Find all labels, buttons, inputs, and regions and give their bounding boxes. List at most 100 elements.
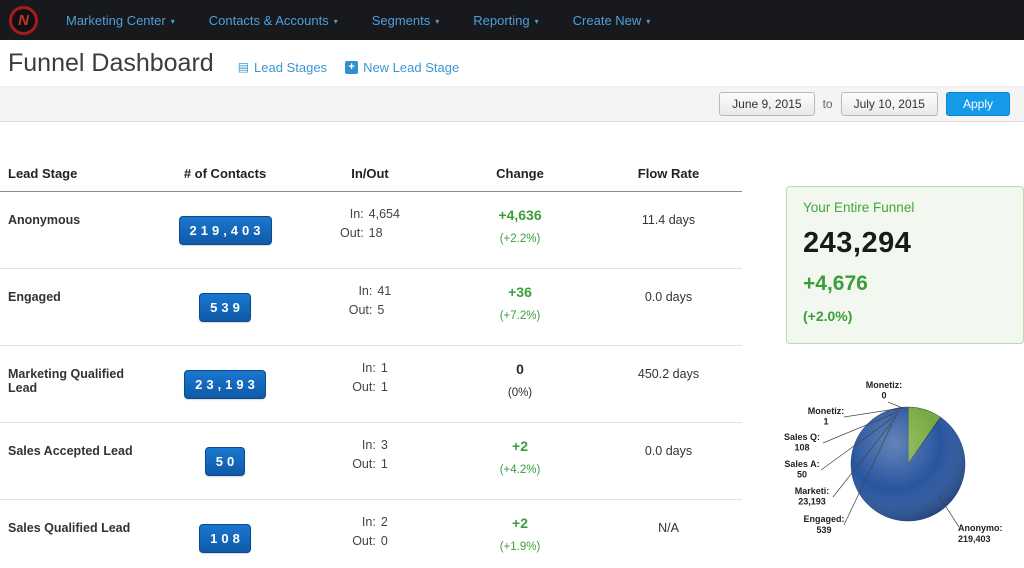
header-links: ▤ Lead Stages + New Lead Stage — [238, 60, 459, 75]
app-root: N Marketing Center ▾ Contacts & Accounts… — [0, 0, 1024, 568]
flow-rate: N/A — [595, 500, 742, 568]
nav-item-label: Reporting — [473, 13, 529, 28]
pie-label: Monetiz: — [808, 406, 845, 416]
chevron-down-icon: ▾ — [646, 17, 650, 26]
entire-funnel-summary: Your Entire Funnel 243,294 +4,676 (+2.0%… — [786, 186, 1024, 344]
out-label: Out: — [349, 303, 373, 317]
nav-item-create-new[interactable]: Create New ▾ — [573, 13, 651, 28]
change-cell: +4,636 (+2.2%) — [445, 192, 595, 268]
change-percent: (+2.2%) — [445, 233, 595, 245]
in-value: 4,654 — [369, 207, 400, 221]
pie-label-value: 50 — [797, 470, 807, 480]
new-lead-stage-link[interactable]: + New Lead Stage — [345, 60, 459, 75]
nav-item-contacts-accounts[interactable]: Contacts & Accounts ▾ — [209, 13, 338, 28]
table-row: Marketing Qualified Lead 23,193 In: 1 Ou… — [0, 346, 742, 423]
contacts-count-badge[interactable]: 108 — [199, 524, 251, 553]
nav-item-label: Marketing Center — [66, 13, 166, 28]
funnel-table: Lead Stage # of Contacts In/Out Change F… — [0, 166, 742, 568]
nav-menu: Marketing Center ▾ Contacts & Accounts ▾… — [66, 13, 650, 28]
nav-item-marketing-center[interactable]: Marketing Center ▾ — [66, 13, 175, 28]
apply-button[interactable]: Apply — [946, 92, 1010, 116]
pie-chart-panel: Monetiz: 0 Monetiz: 1 Sales Q: 108 Sales… — [762, 360, 1024, 568]
pie-label: Sales Q: — [784, 432, 820, 442]
new-lead-stage-link-label: New Lead Stage — [363, 60, 459, 75]
flow-rate: 0.0 days — [595, 423, 742, 499]
summary-title: Your Entire Funnel — [803, 200, 1007, 215]
column-header-flow-rate: Flow Rate — [595, 166, 742, 191]
table-row: Sales Qualified Lead 108 In: 2 Out: 0 +2… — [0, 500, 742, 568]
date-to-label: to — [823, 97, 833, 111]
flow-rate: 450.2 days — [595, 346, 742, 422]
chevron-down-icon: ▾ — [171, 17, 175, 26]
in-label: In: — [352, 361, 376, 375]
contacts-cell: 108 — [155, 500, 295, 568]
in-out-cell: In: 2 Out: 0 — [295, 500, 445, 568]
pie-label: Monetiz: — [866, 380, 903, 390]
netresults-logo[interactable]: N — [9, 6, 38, 35]
lead-stage-name: Marketing Qualified Lead — [0, 346, 155, 422]
page-header: Funnel Dashboard ▤ Lead Stages + New Lea… — [0, 40, 1024, 86]
change-percent: (+7.2%) — [445, 310, 595, 322]
pie-label: Marketi: — [795, 486, 830, 496]
date-end-button[interactable]: July 10, 2015 — [841, 92, 938, 116]
top-nav: N Marketing Center ▾ Contacts & Accounts… — [0, 0, 1024, 40]
lead-stages-link[interactable]: ▤ Lead Stages — [238, 60, 327, 75]
out-label: Out: — [340, 226, 364, 240]
table-row: Anonymous 219,403 In: 4,654 Out: 18 +4,6… — [0, 192, 742, 269]
table-row: Engaged 539 In: 41 Out: 5 +36 (+7.2%) 0.… — [0, 269, 742, 346]
change-cell: +2 (+4.2%) — [445, 423, 595, 499]
contacts-count-badge[interactable]: 219,403 — [179, 216, 272, 245]
contacts-cell: 23,193 — [155, 346, 295, 422]
column-header-contacts: # of Contacts — [155, 166, 295, 191]
out-label: Out: — [352, 380, 376, 394]
contacts-cell: 219,403 — [155, 192, 295, 268]
contacts-count-badge[interactable]: 539 — [199, 293, 251, 322]
out-value: 18 — [369, 226, 400, 240]
change-cell: +2 (+1.9%) — [445, 500, 595, 568]
nav-item-segments[interactable]: Segments ▾ — [372, 13, 440, 28]
nav-item-label: Segments — [372, 13, 431, 28]
chevron-down-icon: ▾ — [435, 17, 439, 26]
in-out-cell: In: 1 Out: 1 — [295, 346, 445, 422]
summary-delta-percent: (+2.0%) — [803, 308, 1007, 324]
in-label: In: — [352, 515, 376, 529]
pie-label-value: 108 — [794, 443, 809, 453]
in-value: 41 — [377, 284, 391, 298]
contacts-count-badge[interactable]: 23,193 — [184, 370, 266, 399]
in-value: 3 — [381, 438, 388, 452]
column-header-in-out: In/Out — [295, 166, 445, 191]
logo-letter: N — [18, 12, 29, 29]
out-label: Out: — [352, 534, 376, 548]
pie-label-value: 1 — [823, 417, 828, 427]
list-icon: ▤ — [238, 60, 249, 74]
in-label: In: — [340, 207, 364, 221]
date-range-toolbar: June 9, 2015 to July 10, 2015 Apply — [0, 86, 1024, 122]
nav-item-reporting[interactable]: Reporting ▾ — [473, 13, 538, 28]
pie-label-value: 219,403 — [958, 534, 991, 544]
contacts-count-badge[interactable]: 50 — [205, 447, 245, 476]
in-value: 2 — [381, 515, 388, 529]
pie-label: Anonymo: — [958, 523, 1003, 533]
change-value: +36 — [445, 284, 595, 300]
pie-label-value: 539 — [816, 525, 831, 535]
change-cell: 0 (0%) — [445, 346, 595, 422]
column-header-lead-stage: Lead Stage — [0, 166, 155, 191]
summary-total: 243,294 — [803, 227, 1007, 260]
lead-stage-name: Sales Qualified Lead — [0, 500, 155, 568]
out-value: 1 — [381, 457, 388, 471]
in-label: In: — [349, 284, 373, 298]
lead-stage-name: Engaged — [0, 269, 155, 345]
pie-label: Sales A: — [784, 459, 819, 469]
change-percent: (+1.9%) — [445, 541, 595, 553]
change-cell: +36 (+7.2%) — [445, 269, 595, 345]
chevron-down-icon: ▾ — [334, 17, 338, 26]
lead-stage-name: Sales Accepted Lead — [0, 423, 155, 499]
in-value: 1 — [381, 361, 388, 375]
in-label: In: — [352, 438, 376, 452]
funnel-pie-chart: Monetiz: 0 Monetiz: 1 Sales Q: 108 Sales… — [762, 360, 1024, 568]
page-title: Funnel Dashboard — [8, 49, 214, 78]
column-header-change: Change — [445, 166, 595, 191]
date-start-button[interactable]: June 9, 2015 — [719, 92, 814, 116]
pie-label: Engaged: — [803, 514, 844, 524]
flow-rate: 0.0 days — [595, 269, 742, 345]
